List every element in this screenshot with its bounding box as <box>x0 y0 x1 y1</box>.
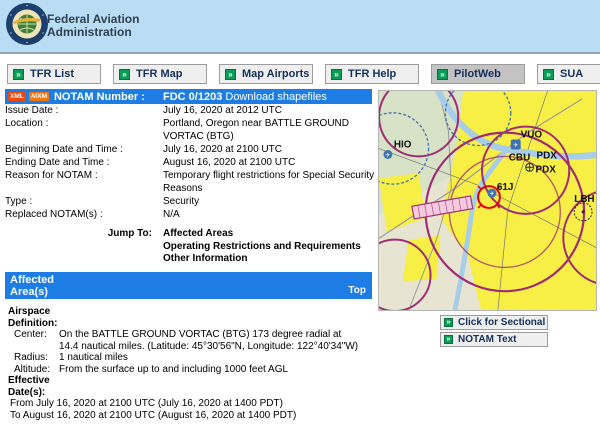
field-label: Beginning Date and Time : <box>5 143 163 156</box>
table-row: Radius: 1 nautical miles <box>5 352 379 364</box>
field-value: July 16, 2020 at 2100 UTC <box>163 143 379 156</box>
airport-symbol-vuo: ✈ <box>511 140 521 150</box>
field-label: Reason for NOTAM : <box>5 169 163 195</box>
field-label: Location : <box>5 117 163 143</box>
vor-dot <box>582 210 585 213</box>
field-value: N/A <box>163 208 379 221</box>
svg-text:✈: ✈ <box>385 152 390 159</box>
jump-link-affected-areas[interactable]: Affected Areas <box>163 228 379 241</box>
download-shapefiles-link[interactable]: Download shapefiles <box>225 91 327 103</box>
tab-pilotweb[interactable]: » PilotWeb <box>431 64 525 84</box>
field-value: Security <box>163 195 379 208</box>
effective-date-to: To August 16, 2020 at 2100 UTC (August 1… <box>5 410 379 422</box>
top-link[interactable]: Top <box>348 285 366 296</box>
field-label: Issue Date : <box>5 104 163 117</box>
table-row: Beginning Date and Time : July 16, 2020 … <box>5 143 379 156</box>
chevrons-icon: » <box>543 69 554 80</box>
field-value: July 16, 2020 at 2012 UTC <box>163 104 379 117</box>
jump-link-other-information[interactable]: Other Information <box>163 253 379 266</box>
table-row: Altitude: From the surface up to and inc… <box>5 364 379 376</box>
xml-badge-icon[interactable]: XML <box>8 92 26 101</box>
map-button-group: » Click for Sectional » NOTAM Text <box>440 315 548 349</box>
notam-number-value: FDC 0/1203 <box>163 91 222 103</box>
chevrons-icon: » <box>119 69 130 80</box>
aixm-badge-icon[interactable]: AIXM <box>29 92 49 101</box>
table-row: Location : Portland, Oregon near BATTLE … <box>5 117 379 143</box>
jump-to-label: Jump To: <box>5 228 163 266</box>
svg-text:✈: ✈ <box>489 191 494 198</box>
button-label: Click for Sectional <box>458 317 545 328</box>
airport-symbol-pdx <box>526 163 534 171</box>
field-value: From the surface up to and including 100… <box>59 364 361 376</box>
chevrons-icon: » <box>331 69 342 80</box>
map-label-vuo: VUO <box>521 130 543 141</box>
field-label: Ending Date and Time : <box>5 156 163 169</box>
effective-date-from: From July 16, 2020 at 2100 UTC (July 16,… <box>5 398 379 410</box>
jump-to-block: Jump To: Affected Areas Operating Restri… <box>5 228 379 266</box>
field-value: Portland, Oregon near BATTLE GROUND VORT… <box>163 117 379 143</box>
tab-sua[interactable]: » SUA <box>537 64 600 84</box>
chevrons-icon: » <box>437 69 448 80</box>
section-title: Affected Area(s) <box>10 274 80 298</box>
table-row: Center: On the BATTLE GROUND VORTAC (BTG… <box>5 329 379 352</box>
tab-tfr-help[interactable]: » TFR Help <box>325 64 419 84</box>
map-label-pdx-2: PDX <box>536 164 557 175</box>
button-label: NOTAM Text <box>458 334 517 345</box>
field-label: Altitude: <box>5 364 59 376</box>
map-label-pdx: PDX <box>537 150 558 161</box>
faa-logo-icon <box>5 2 49 46</box>
affected-areas-section-bar: Affected Area(s) Top <box>5 272 372 299</box>
agency-title-line2: Administration <box>47 26 139 39</box>
tab-label: TFR List <box>30 68 74 80</box>
field-value: August 16, 2020 at 2100 UTC <box>163 156 379 169</box>
map-label-61j: 61J <box>497 182 514 193</box>
table-row: Type : Security <box>5 195 379 208</box>
field-value: On the BATTLE GROUND VORTAC (BTG) 173 de… <box>59 329 361 352</box>
tab-tfr-map[interactable]: » TFR Map <box>113 64 207 84</box>
effective-dates-heading: Effective Date(s): <box>8 375 78 398</box>
field-label: Radius: <box>5 352 59 364</box>
notam-detail-table: Issue Date : July 16, 2020 at 2012 UTC L… <box>5 104 379 221</box>
airspace-heading: Airspace Definition: <box>8 306 78 329</box>
jump-link-operating-restrictions[interactable]: Operating Restrictions and Requirements <box>163 241 379 254</box>
chevrons-icon: » <box>444 335 453 344</box>
click-for-sectional-button[interactable]: » Click for Sectional <box>440 315 548 330</box>
notam-number-bar: XML AIXM NOTAM Number : FDC 0/1203 Downl… <box>5 89 372 104</box>
tab-tfr-list[interactable]: » TFR List <box>7 64 101 84</box>
tab-label: PilotWeb <box>454 68 501 80</box>
airport-symbol-hio: ✈ <box>383 150 392 159</box>
table-row: Replaced NOTAM(s) : N/A <box>5 208 379 221</box>
tab-label: SUA <box>560 68 583 80</box>
table-row: Reason for NOTAM : Temporary flight rest… <box>5 169 379 195</box>
svg-text:✈: ✈ <box>513 142 518 149</box>
tab-map-airports[interactable]: » Map Airports <box>219 64 313 84</box>
chevrons-icon: » <box>444 318 453 327</box>
field-label: Type : <box>5 195 163 208</box>
table-row: Issue Date : July 16, 2020 at 2012 UTC <box>5 104 379 117</box>
chevrons-icon: » <box>13 69 24 80</box>
tab-label: TFR Map <box>136 68 182 80</box>
chevrons-icon: » <box>225 69 236 80</box>
agency-title: Federal Aviation Administration <box>47 13 139 39</box>
field-value: 1 nautical miles <box>59 352 361 364</box>
header: Federal Aviation Administration <box>0 0 600 54</box>
field-label: Replaced NOTAM(s) : <box>5 208 163 221</box>
tab-label: TFR Help <box>348 68 396 80</box>
tab-label: Map Airports <box>242 68 309 80</box>
table-row: Ending Date and Time : August 16, 2020 a… <box>5 156 379 169</box>
notam-number-label: NOTAM Number : <box>54 91 145 103</box>
nav-tab-row: » TFR List » TFR Map » Map Airports » TF… <box>0 64 600 84</box>
sectional-chart-map[interactable]: ✈ ✈ ✈ HIO VUO CBU PDX PDX 61J LBH <box>378 90 597 311</box>
field-value: Temporary flight restrictions for Specia… <box>163 169 379 195</box>
map-label-lbh: LBH <box>574 194 594 205</box>
airspace-definition-block: Airspace Definition: Center: On the BATT… <box>5 306 379 421</box>
notam-text-button[interactable]: » NOTAM Text <box>440 332 548 347</box>
map-label-hio: HIO <box>394 139 412 150</box>
field-label: Center: <box>5 329 59 352</box>
airport-symbol-61j: ✈ <box>488 189 497 198</box>
map-label-cbu: CBU <box>509 152 530 163</box>
